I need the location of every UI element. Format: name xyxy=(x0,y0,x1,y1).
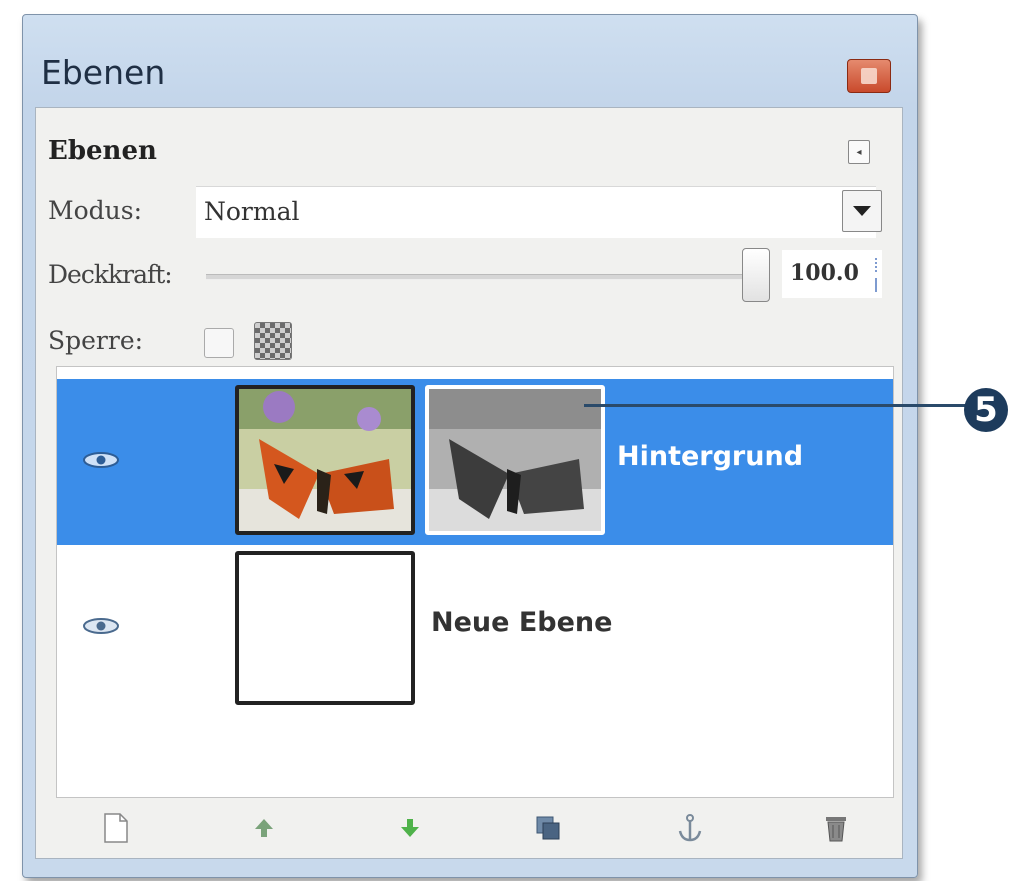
tab-menu-icon: ◂ xyxy=(856,146,862,158)
titlebar: Ebenen xyxy=(23,15,917,107)
opacity-value: 100.0 xyxy=(790,260,859,286)
window-title: Ebenen xyxy=(41,53,166,92)
callout-badge: 5 xyxy=(964,388,1008,432)
opacity-slider-handle[interactable] xyxy=(742,248,770,302)
lock-alpha-icon[interactable] xyxy=(254,322,292,360)
tab-menu-button[interactable]: ◂ xyxy=(848,140,870,164)
spin-up-icon[interactable] xyxy=(875,258,881,272)
spin-down-icon[interactable] xyxy=(875,278,881,292)
layer-name[interactable]: Hintergrund xyxy=(617,441,803,472)
close-icon xyxy=(861,68,877,84)
opacity-slider-track[interactable] xyxy=(206,274,766,280)
anchor-layer-button[interactable] xyxy=(670,808,710,848)
mask-thumbnail-icon xyxy=(429,389,601,531)
eye-icon[interactable] xyxy=(79,615,123,637)
close-button[interactable] xyxy=(847,59,891,93)
layer-row-neue-ebene[interactable]: Neue Ebene xyxy=(57,545,893,711)
delete-layer-icon xyxy=(826,817,846,842)
new-layer-button[interactable] xyxy=(96,808,136,848)
layer-thumbnail[interactable] xyxy=(235,385,415,535)
duplicate-layer-icon xyxy=(536,816,560,840)
raise-layer-icon xyxy=(255,819,273,837)
layers-toolbar xyxy=(56,804,894,852)
layer-name[interactable]: Neue Ebene xyxy=(431,607,612,638)
layer-mask-thumbnail[interactable] xyxy=(425,385,605,535)
callout-line xyxy=(584,404,976,407)
mode-dropdown-button[interactable] xyxy=(842,190,882,232)
layers-dialog: Ebenen Ebenen ◂ Modus: Normal Deckkraft:… xyxy=(22,14,918,878)
mode-select[interactable]: Normal xyxy=(196,186,876,238)
anchor-icon xyxy=(678,814,702,842)
lower-layer-icon xyxy=(401,819,419,837)
lock-label: Sperre: xyxy=(48,326,144,355)
raise-layer-button[interactable] xyxy=(244,808,284,848)
opacity-label: Deckkraft: xyxy=(48,260,173,289)
mode-value: Normal xyxy=(204,197,300,226)
panel-heading: Ebenen xyxy=(48,136,157,166)
new-layer-icon xyxy=(104,813,128,843)
opacity-spin-arrows[interactable] xyxy=(874,256,884,296)
butterfly-thumbnail-icon xyxy=(239,389,411,531)
eye-icon[interactable] xyxy=(79,449,123,471)
layer-thumbnail[interactable] xyxy=(235,551,415,705)
lock-pixels-checkbox[interactable] xyxy=(204,328,234,358)
lower-layer-button[interactable] xyxy=(390,808,430,848)
layers-panel: Ebenen ◂ Modus: Normal Deckkraft: 100.0 … xyxy=(35,107,903,859)
delete-layer-button[interactable] xyxy=(816,808,856,848)
opacity-spinbox[interactable]: 100.0 xyxy=(782,250,882,298)
duplicate-layer-button[interactable] xyxy=(528,808,568,848)
mode-label: Modus: xyxy=(48,196,143,225)
chevron-down-icon xyxy=(853,206,871,216)
layers-list: Hintergrund Neue Ebene xyxy=(56,366,894,798)
